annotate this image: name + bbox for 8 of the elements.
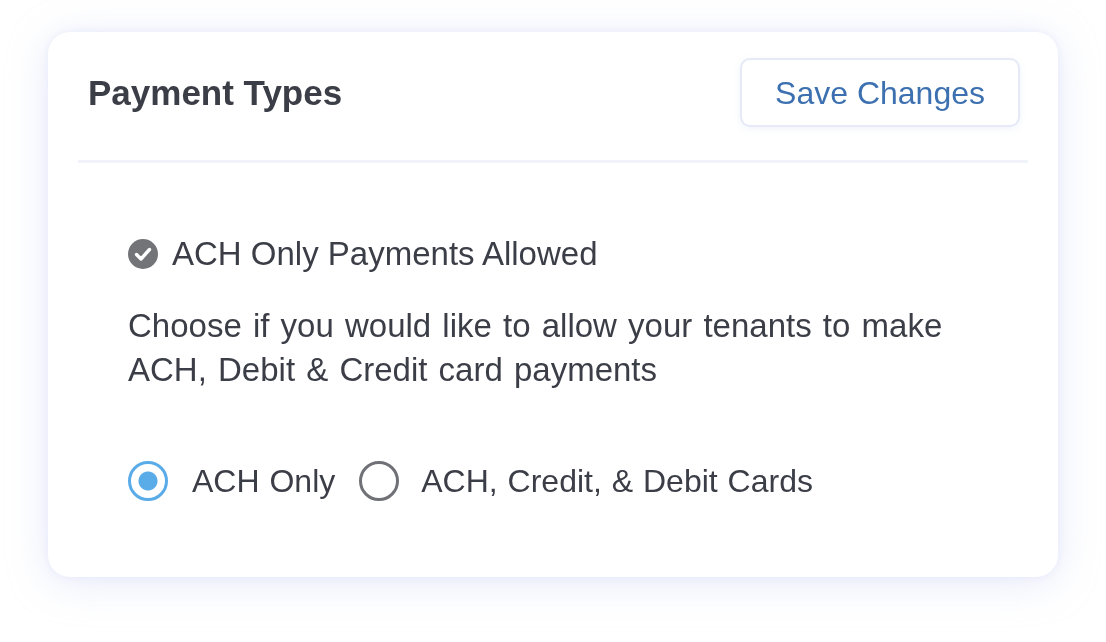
- status-text: ACH Only Payments Allowed: [172, 234, 598, 274]
- radio-label[interactable]: ACH Only: [192, 461, 336, 501]
- radio-button[interactable]: [128, 461, 168, 501]
- radio-button[interactable]: [359, 461, 400, 501]
- radio-label[interactable]: ACH, Credit, & Debit Cards: [421, 461, 813, 501]
- save-changes-button[interactable]: Save Changes: [740, 58, 1020, 127]
- card-title: Payment Types: [88, 72, 343, 113]
- description-text: Choose if you would like to allow your tenants to make ACH, Debit & Credit card payments: [128, 306, 944, 390]
